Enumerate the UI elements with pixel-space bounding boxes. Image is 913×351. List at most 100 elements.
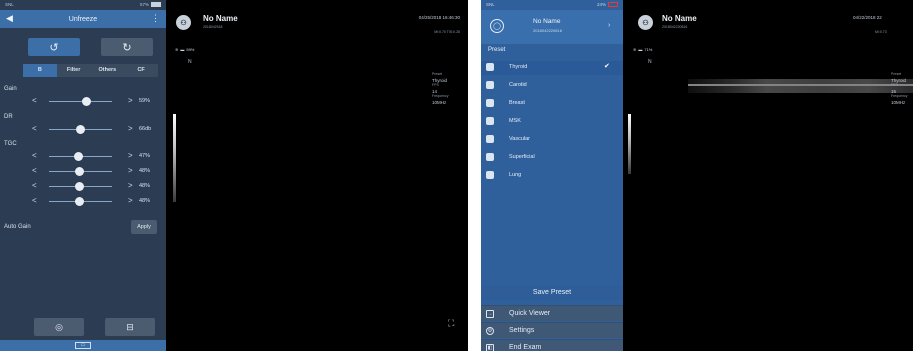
- patient-avatar-icon[interactable]: ⚇: [176, 15, 191, 30]
- gain-slider[interactable]: < > 59%: [4, 96, 162, 107]
- record-button[interactable]: ⊟: [105, 318, 155, 336]
- tab-b[interactable]: B: [23, 64, 57, 77]
- dr-slider[interactable]: < > 66db: [4, 124, 162, 135]
- decrease-icon[interactable]: <: [32, 96, 37, 105]
- user-icon: ◯: [490, 19, 504, 33]
- preset-item-breast[interactable]: Breast: [481, 97, 623, 111]
- chevron-right-icon: ›: [608, 22, 611, 29]
- slider-knob[interactable]: [74, 182, 84, 191]
- slider-knob[interactable]: [76, 125, 85, 134]
- increase-icon[interactable]: >: [128, 96, 133, 105]
- increase-icon[interactable]: >: [128, 181, 133, 190]
- signal-value: 59%: [186, 47, 195, 52]
- camera-icon: ◎: [55, 321, 63, 332]
- tgc-slider-2[interactable]: < > 48%: [4, 166, 162, 177]
- menu-patient-name: No Name: [533, 18, 561, 25]
- carotid-icon: [486, 81, 494, 89]
- gain-value: 59%: [139, 98, 151, 104]
- patient-id: 2018042518: [203, 25, 223, 29]
- increase-icon[interactable]: >: [128, 166, 133, 175]
- decrease-icon[interactable]: <: [32, 166, 37, 175]
- carrier-label: SNL: [5, 2, 14, 7]
- rotate-right-button[interactable]: ↻: [101, 38, 153, 56]
- status-bar: SNL 24%: [481, 0, 623, 10]
- preset-item-superficial[interactable]: Superficial: [481, 151, 623, 165]
- preset-item-carotid[interactable]: Carotid: [481, 79, 623, 93]
- grayscale-bar: [628, 114, 631, 174]
- preset-item-thyroid[interactable]: Thyroid ✔: [481, 61, 623, 75]
- battery-icon: [608, 2, 618, 7]
- wifi-icon: ≋: [175, 47, 179, 52]
- patient-header[interactable]: ◯ No Name 2018042220816 ›: [481, 10, 623, 44]
- save-preset-button[interactable]: Save Preset: [481, 285, 623, 300]
- battery-percent: 24%: [596, 2, 606, 7]
- slider-knob[interactable]: [74, 167, 84, 176]
- more-menu-icon[interactable]: ⋮: [151, 13, 160, 24]
- decrease-icon[interactable]: <: [32, 151, 37, 160]
- home-strip: ▭: [0, 340, 166, 351]
- menu-item-label: Quick Viewer: [509, 310, 551, 317]
- tgc-value: 48%: [139, 183, 151, 189]
- signal-value: 71%: [644, 47, 653, 52]
- preset-label: Lung: [509, 172, 522, 178]
- battery-icon: [151, 2, 161, 7]
- signal-indicator: ≋ ▬ 71%: [633, 47, 652, 52]
- preset-label: Carotid: [509, 82, 527, 88]
- exam-datetime: 04/22/2018 22: [853, 15, 882, 20]
- home-key-icon[interactable]: ▭: [75, 342, 91, 349]
- unfreeze-button[interactable]: Unfreeze: [69, 16, 97, 23]
- tab-filter[interactable]: Filter: [57, 64, 91, 77]
- vascular-icon: [486, 135, 494, 143]
- increase-icon[interactable]: >: [128, 124, 133, 133]
- decrease-icon[interactable]: <: [32, 124, 37, 133]
- fullscreen-icon[interactable]: ⛶: [448, 318, 454, 329]
- frequency-value: 10MHz: [891, 99, 906, 105]
- tab-cf[interactable]: CF: [124, 64, 158, 77]
- slider-knob[interactable]: [74, 152, 84, 161]
- decrease-icon[interactable]: <: [32, 181, 37, 190]
- menu-item-quick-viewer[interactable]: → Quick Viewer: [481, 305, 623, 321]
- rotate-left-button[interactable]: ↺: [28, 38, 80, 56]
- menu-item-settings[interactable]: ⚙ Settings: [481, 322, 623, 338]
- signal-indicator: ≋ ▬ 59%: [175, 47, 194, 52]
- gain-label: Gain: [4, 86, 17, 92]
- apply-button[interactable]: Apply: [131, 220, 157, 234]
- dr-label: DR: [4, 114, 13, 120]
- preset-item-vascular[interactable]: Vascular: [481, 133, 623, 147]
- back-icon[interactable]: ◀: [6, 14, 13, 23]
- battery-percent: 57%: [139, 2, 149, 7]
- quick-viewer-icon: →: [486, 310, 494, 318]
- frequency-value: 10MHz: [432, 99, 447, 105]
- tgc-slider-3[interactable]: < > 48%: [4, 181, 162, 192]
- rotate-right-icon: ↻: [122, 41, 132, 54]
- menu-patient-id: 2018042220816: [533, 28, 562, 33]
- lung-icon: [486, 171, 494, 179]
- decrease-icon[interactable]: <: [32, 196, 37, 205]
- tgc-slider-4[interactable]: < > 48%: [4, 196, 162, 207]
- capture-button[interactable]: ◎: [34, 318, 84, 336]
- increase-icon[interactable]: >: [128, 196, 133, 205]
- superficial-icon: [486, 153, 494, 161]
- tgc-slider-1[interactable]: < > 47%: [4, 151, 162, 162]
- slider-knob[interactable]: [81, 97, 91, 106]
- preset-item-lung[interactable]: Lung: [481, 169, 623, 183]
- menu-item-end-exam[interactable]: ◧ End Exam: [481, 339, 623, 351]
- preset-label: Thyroid: [509, 64, 528, 70]
- patient-avatar-icon[interactable]: ⚇: [638, 15, 653, 30]
- slider-knob[interactable]: [74, 197, 84, 206]
- preset-menu: SNL 24% ◯ No Name 2018042220816 › Preset…: [481, 0, 623, 351]
- increase-icon[interactable]: >: [128, 151, 133, 160]
- patient-id: 2018042220816: [662, 25, 688, 29]
- ultrasound-image: [688, 79, 913, 93]
- menu-item-label: Settings: [509, 327, 535, 334]
- end-exam-icon: ◧: [486, 344, 494, 351]
- preset-label: Breast: [509, 100, 525, 106]
- tab-others[interactable]: Others: [91, 64, 125, 77]
- settings-icon: ⚙: [486, 327, 494, 335]
- preset-item-msk[interactable]: MSK: [481, 115, 623, 129]
- patient-name: No Name: [203, 14, 238, 23]
- preset-label: Vascular: [509, 136, 530, 142]
- tgc-label: TGC: [4, 141, 17, 147]
- msk-icon: [486, 117, 494, 125]
- acoustic-index: MI:0.70 TIS:0.28: [434, 30, 460, 34]
